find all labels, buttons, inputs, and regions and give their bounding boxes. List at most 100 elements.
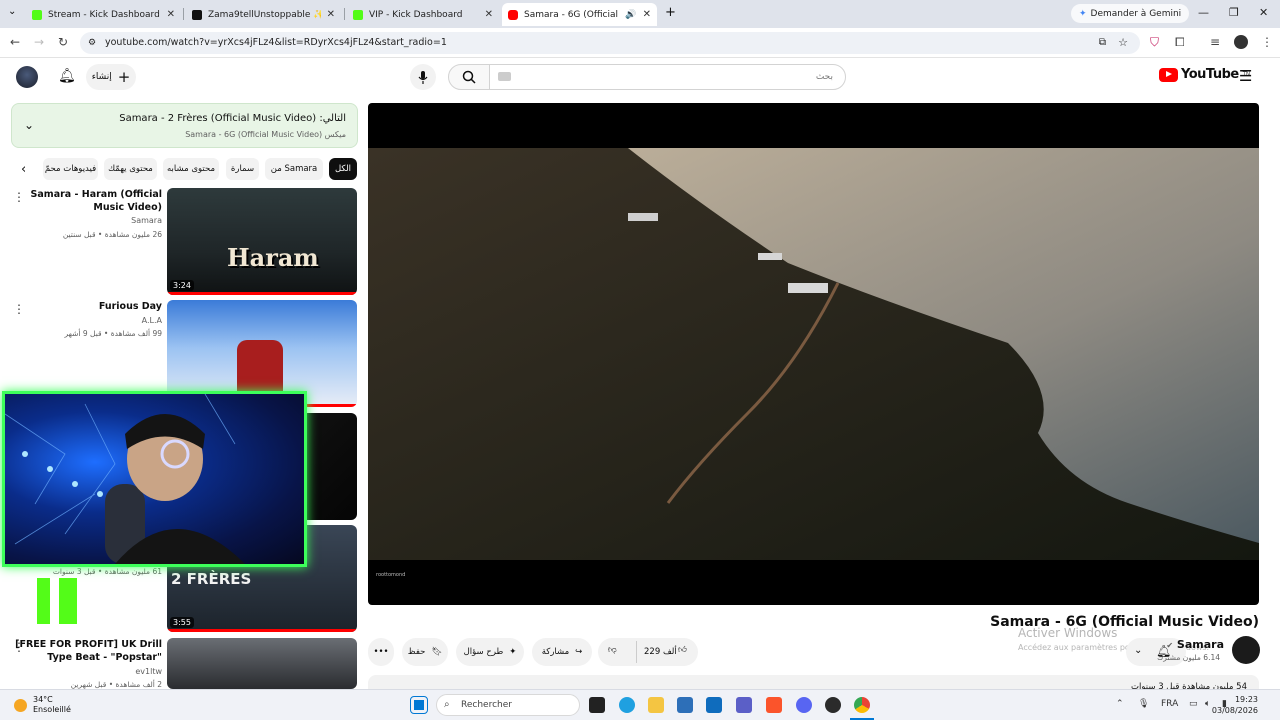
chip-for-you[interactable]: محتوى يهمّك <box>104 158 157 180</box>
microphone-icon <box>418 70 428 84</box>
shield-extension-icon[interactable]: ⛉ <box>1150 35 1159 50</box>
outlook-icon[interactable] <box>706 697 722 713</box>
video-meta: 61 مليون مشاهدة • قبل 3 سنوات <box>52 567 162 576</box>
close-tab-icon[interactable]: ✕ <box>327 9 335 20</box>
tab-tiktok[interactable]: Zama9tellUnstoppable ✨ (@z ✕ <box>186 3 341 26</box>
brave-icon[interactable] <box>766 697 782 713</box>
like-count[interactable]: 229 ألف <box>644 647 677 657</box>
video-thumbnail[interactable] <box>167 638 357 689</box>
chevron-left-icon[interactable]: ‹ <box>21 162 26 177</box>
youtube-wordmark: YouTube <box>1181 67 1239 82</box>
windows-taskbar: 34°C Ensoleillé ⌕ Rechercher ⌃ 🎙︎ FRA ▭ … <box>0 689 1280 720</box>
install-app-icon[interactable]: ⧉ <box>1099 32 1106 54</box>
browser-menu-icon[interactable]: ⋮ <box>1261 35 1273 49</box>
video-player[interactable]: roottomond <box>368 103 1259 605</box>
notifications-bell-icon[interactable]: 🔔︎ <box>58 68 76 84</box>
video-action-bar: ••• حفظ 🔖︎ طرح سؤال ✦ مشاركة ↪ 👎︎ 229 أل… <box>368 638 908 666</box>
extensions-icon[interactable]: ⧠ <box>1175 35 1185 50</box>
video-thumbnail[interactable]: Haram 3:24 <box>167 188 357 295</box>
search-input[interactable]: بحث <box>489 64 846 90</box>
dislike-icon[interactable]: 👎︎ <box>608 645 617 655</box>
speaker-icon[interactable]: 🔊 <box>625 10 636 20</box>
filter-chips: ‹ الكل من Samara سمارة محتوى مشابه محتوى… <box>11 158 358 182</box>
taskbar-search[interactable]: ⌕ Rechercher <box>436 694 580 716</box>
more-horizontal-icon: ••• <box>373 647 389 657</box>
close-tab-icon[interactable]: ✕ <box>643 9 651 20</box>
close-tab-icon[interactable]: ✕ <box>485 9 493 20</box>
minimize-icon[interactable]: — <box>1198 6 1209 19</box>
channel-name[interactable]: ✔ Samara <box>1166 638 1224 651</box>
save-label: حفظ <box>407 647 426 657</box>
bookmark-star-icon[interactable]: ☆ <box>1118 32 1128 54</box>
duration-badge: 3:55 <box>170 617 194 628</box>
more-actions-button[interactable]: ••• <box>368 638 394 666</box>
forward-icon[interactable]: → <box>34 35 44 49</box>
share-button[interactable]: مشاركة ↪ <box>532 638 592 666</box>
clock-time: 19:23 <box>1234 695 1258 704</box>
youtube-logo[interactable]: YouTube TN <box>1159 67 1250 82</box>
tab-youtube-samara[interactable]: Samara - 6G (Official Music 🔊 ✕ <box>502 3 657 26</box>
video-title: Furious Day <box>98 301 162 312</box>
weather-condition: Ensoleillé <box>33 705 71 714</box>
system-clock[interactable]: 19:23 03/08/2026 <box>1212 694 1258 716</box>
video-meta: 2 ألف مشاهدة • قبل شهرين <box>70 680 162 689</box>
search-button[interactable] <box>448 64 490 90</box>
media-control-icon[interactable]: ≡ <box>1210 35 1220 49</box>
show-hidden-icons-icon[interactable]: ⌃ <box>1116 699 1124 709</box>
up-next-subtitle: ميكس Samara - 6G (Official Music Video) <box>185 130 346 139</box>
temperature: 34°C <box>33 695 53 704</box>
store-icon[interactable] <box>677 697 693 713</box>
recommendation-item[interactable]: Haram 3:24 ⋮ Samara - Haram (Official Mu… <box>0 188 360 295</box>
chevron-down-icon[interactable]: ⌄ <box>24 118 34 132</box>
create-button[interactable]: إنشاء + <box>86 64 136 90</box>
tab-kick-stream[interactable]: Stream - Kick Dashboard ✕ <box>26 3 181 26</box>
restore-icon[interactable]: ❐ <box>1229 6 1239 19</box>
teams-icon[interactable] <box>736 697 752 713</box>
keyboard-icon[interactable] <box>498 72 511 81</box>
discord-icon[interactable] <box>796 697 812 713</box>
like-icon[interactable]: 👍︎ <box>678 645 687 655</box>
ask-button[interactable]: طرح سؤال ✦ <box>456 638 524 666</box>
chip-related[interactable]: محتوى مشابه <box>163 158 219 180</box>
profile-avatar[interactable] <box>1234 35 1248 49</box>
tab-kick-vip[interactable]: VIP - Kick Dashboard ✕ <box>347 3 499 26</box>
close-window-icon[interactable]: ✕ <box>1259 6 1268 19</box>
tab-divider <box>183 8 184 20</box>
guide-menu-icon[interactable]: ☰ <box>1239 67 1252 85</box>
microphone-tray-icon[interactable]: 🎙︎ <box>1138 699 1149 709</box>
new-tab-icon[interactable]: + <box>665 5 676 20</box>
kick-favicon-icon <box>353 9 363 20</box>
back-icon[interactable]: ← <box>10 35 20 49</box>
edge-icon[interactable] <box>619 697 635 713</box>
recommendation-item[interactable]: ⋮ [FREE FOR PROFIT] UK Drill Type Beat -… <box>0 638 360 690</box>
network-icon[interactable]: ▭ <box>1189 699 1198 709</box>
reload-icon[interactable]: ↻ <box>58 35 68 49</box>
chip-samara[interactable]: سمارة <box>226 158 259 180</box>
channel-avatar[interactable] <box>1232 636 1260 664</box>
obs-icon[interactable] <box>825 697 841 713</box>
chrome-icon[interactable] <box>854 697 870 713</box>
task-view-icon[interactable] <box>589 697 605 713</box>
weather-widget[interactable]: 34°C Ensoleillé <box>14 695 71 715</box>
chip-all[interactable]: الكل <box>329 158 357 180</box>
account-avatar[interactable] <box>16 66 38 88</box>
save-button[interactable]: حفظ 🔖︎ <box>402 638 448 666</box>
file-explorer-icon[interactable] <box>648 697 664 713</box>
webcam-scene <box>5 394 245 564</box>
up-next-panel[interactable]: ⌄ التالي: Samara - 2 Frères (Official Mu… <box>11 103 358 148</box>
voice-search-button[interactable] <box>410 64 436 90</box>
tab-list-chevron-icon[interactable]: ⌄ <box>8 6 16 17</box>
volume-icon[interactable]: 🔈︎ <box>1205 699 1210 709</box>
site-info-icon[interactable]: ⚙ <box>88 32 96 54</box>
windows-start-icon[interactable] <box>410 696 428 714</box>
kick-logo <box>37 578 77 624</box>
close-tab-icon[interactable]: ✕ <box>167 9 175 20</box>
sun-icon <box>14 698 27 712</box>
input-language[interactable]: FRA <box>1161 699 1178 709</box>
url-field[interactable]: ⚙ youtube.com/watch?v=yrXcs4jFLz4&list=R… <box>80 32 1140 54</box>
chip-uploaded[interactable]: فيديوهات محمّ <box>43 158 98 180</box>
ask-gemini-button[interactable]: ✦ Demander à Gemini <box>1071 4 1190 23</box>
address-bar-row: ← → ↻ ⚙ youtube.com/watch?v=yrXcs4jFLz4&… <box>0 28 1280 58</box>
chip-from-samara[interactable]: من Samara <box>265 158 323 180</box>
channel-name: ev1ltw <box>135 667 162 676</box>
